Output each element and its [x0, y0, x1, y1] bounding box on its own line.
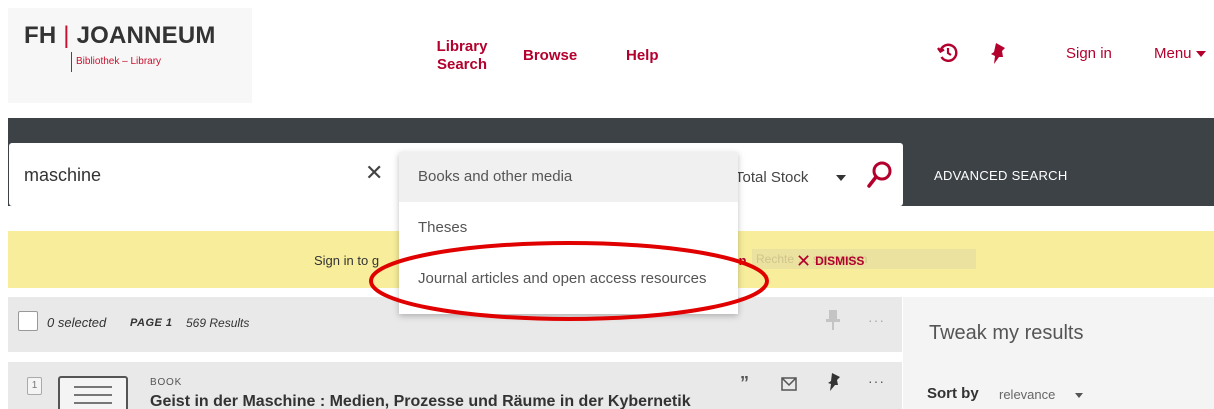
search-scope-select[interactable]: Total Stock	[735, 169, 808, 186]
dismiss-button[interactable]: ✕ DISMISS	[796, 251, 864, 272]
library-search-page: FH | JOANNEUM Bibliothek – Library Libra…	[0, 0, 1214, 409]
thumbnail-line	[74, 402, 112, 404]
dropdown-option-theses[interactable]: Theses	[399, 203, 738, 253]
logo-wordmark: FH | JOANNEUM	[24, 22, 216, 50]
nav-library-search[interactable]: Library Search	[432, 38, 492, 74]
logo-joanneum: JOANNEUM	[76, 22, 216, 49]
pin-icon[interactable]	[826, 310, 840, 330]
nav-help[interactable]: Help	[626, 47, 659, 65]
advanced-search-link[interactable]: ADVANCED SEARCH	[934, 168, 1068, 183]
results-count: 569 Results	[186, 316, 250, 330]
page-indicator: PAGE 1	[130, 317, 173, 329]
result-type: BOOK	[150, 377, 183, 388]
logo-rule	[71, 52, 72, 72]
pin-icon[interactable]	[827, 373, 841, 391]
chevron-down-icon[interactable]	[836, 175, 846, 181]
banner-message: Sign in to g	[314, 253, 380, 268]
menu-label: Menu	[1154, 45, 1192, 62]
logo-fh: FH	[24, 22, 57, 49]
logo-divider: |	[63, 22, 70, 49]
dropdown-option-books[interactable]: Books and other media	[399, 152, 738, 202]
dismiss-label: DISMISS	[815, 254, 865, 268]
result-number: 1	[27, 377, 42, 395]
menu-button[interactable]: Menu	[1154, 45, 1206, 62]
logo-subtitle: Bibliothek – Library	[76, 56, 162, 67]
pin-icon[interactable]	[988, 42, 1010, 66]
sort-select[interactable]: relevance	[999, 387, 1055, 402]
thumbnail-line	[74, 386, 112, 388]
book-thumbnail-icon[interactable]	[58, 376, 128, 409]
close-icon: ✕	[796, 251, 812, 271]
dropdown-option-journal-articles[interactable]: Journal articles and open access resourc…	[399, 254, 738, 304]
search-icon[interactable]	[866, 160, 894, 190]
cite-icon[interactable]: ”	[740, 373, 749, 394]
result-title[interactable]: Geist in der Maschine : Medien, Prozesse…	[150, 393, 691, 409]
email-icon[interactable]	[781, 377, 797, 391]
more-options-icon[interactable]: ···	[868, 312, 885, 328]
clear-search-icon[interactable]: ✕	[365, 160, 383, 186]
sort-label: Sort by	[927, 385, 979, 402]
sign-in-link[interactable]: Sign in	[1066, 45, 1112, 62]
chevron-down-icon	[1195, 51, 1206, 58]
selected-count: 0 selected	[47, 315, 107, 330]
search-query[interactable]: maschine	[24, 165, 101, 186]
thumbnail-line	[74, 394, 112, 396]
facets-title: Tweak my results	[929, 322, 1084, 344]
chevron-down-icon[interactable]	[1075, 393, 1083, 398]
select-all-checkbox[interactable]	[18, 311, 38, 331]
history-icon[interactable]	[936, 41, 960, 65]
nav-browse[interactable]: Browse	[523, 47, 577, 65]
more-options-icon[interactable]: ···	[868, 373, 885, 389]
